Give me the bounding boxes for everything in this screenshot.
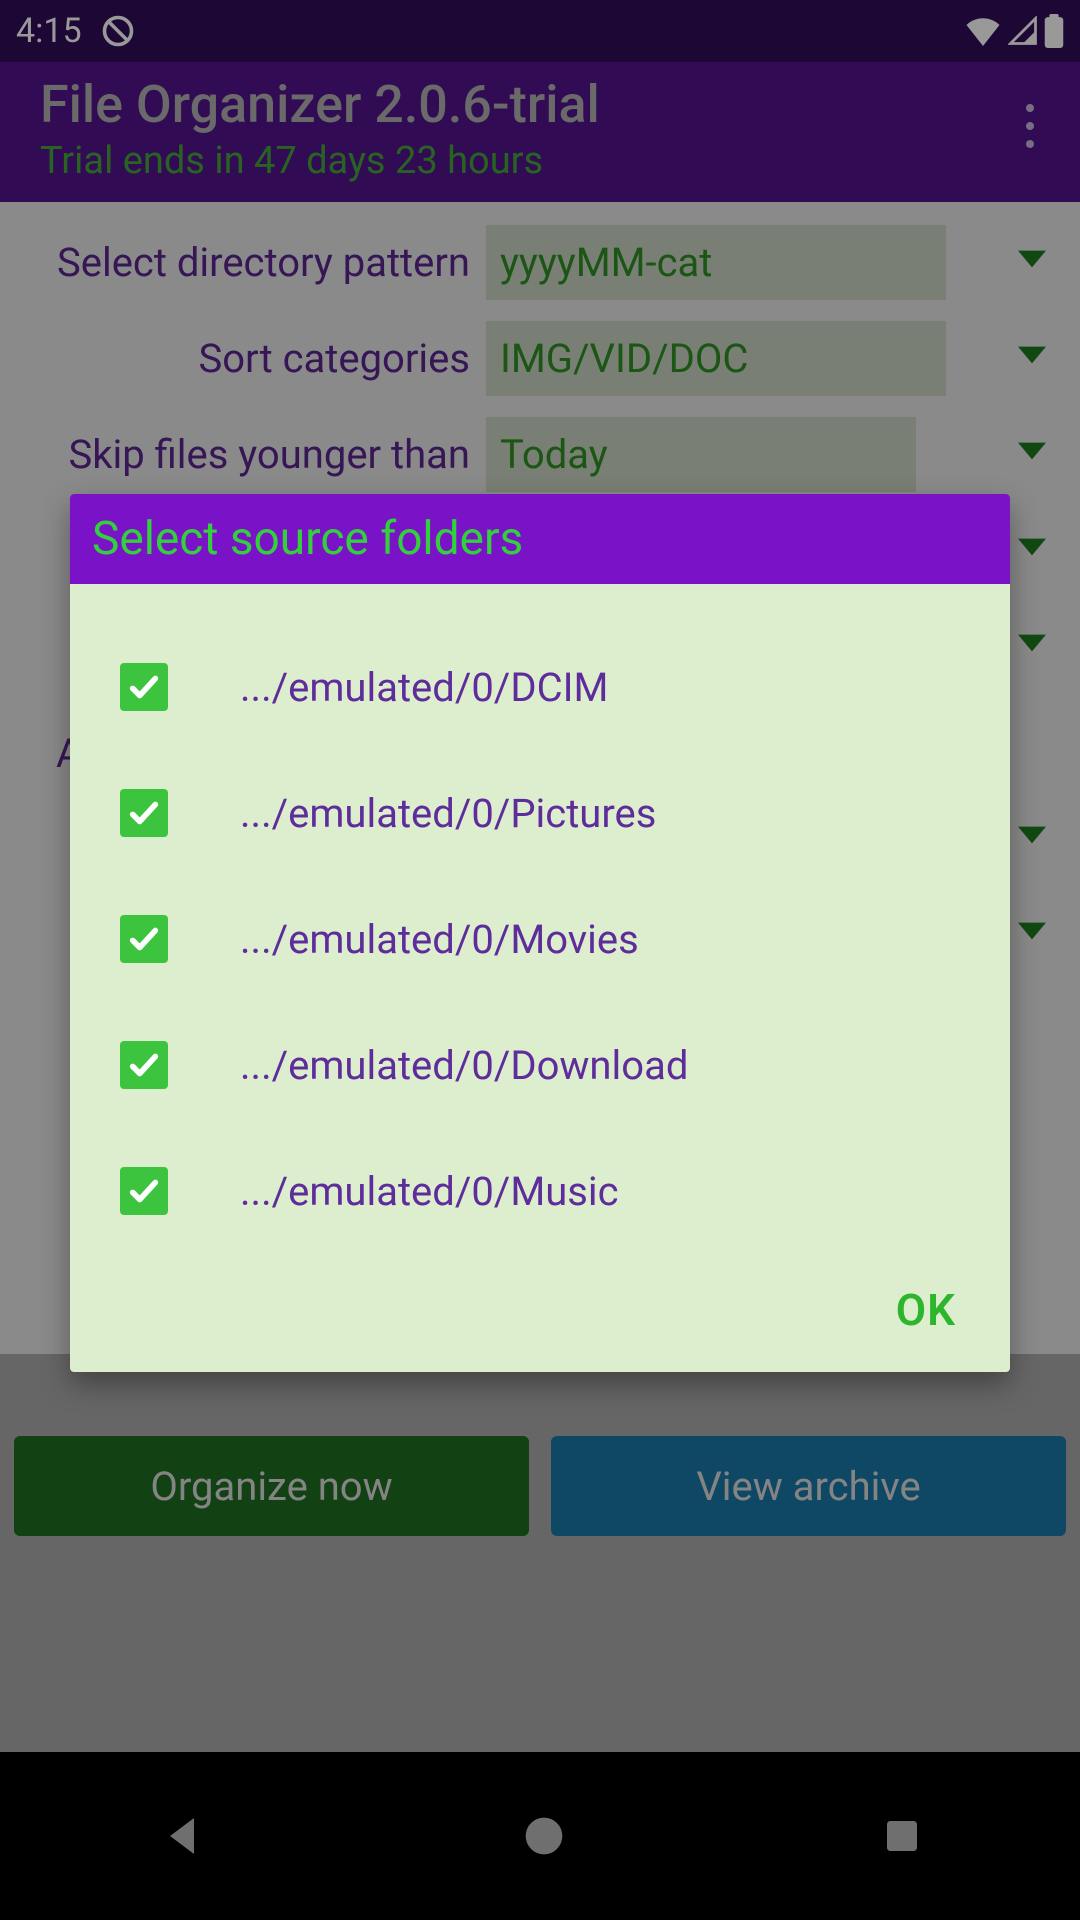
folder-label: .../emulated/0/Pictures <box>240 790 656 837</box>
folder-row[interactable]: .../emulated/0/Download <box>120 1002 980 1128</box>
folder-checkbox[interactable] <box>120 663 168 711</box>
folder-label: .../emulated/0/Movies <box>240 916 639 963</box>
folder-checkbox[interactable] <box>120 915 168 963</box>
folder-row[interactable]: .../emulated/0/Music <box>120 1128 980 1254</box>
dialog-body: .../emulated/0/DCIM .../emulated/0/Pictu… <box>70 584 1010 1254</box>
ok-button[interactable]: OK <box>896 1284 956 1336</box>
folder-checkbox[interactable] <box>120 1041 168 1089</box>
folder-checkbox[interactable] <box>120 789 168 837</box>
folder-checkbox[interactable] <box>120 1167 168 1215</box>
folder-label: .../emulated/0/DCIM <box>240 664 608 711</box>
dialog-title: Select source folders <box>70 494 1010 584</box>
folder-row[interactable]: .../emulated/0/Pictures <box>120 750 980 876</box>
folder-label: .../emulated/0/Download <box>240 1042 688 1089</box>
select-folders-dialog: Select source folders .../emulated/0/DCI… <box>70 494 1010 1372</box>
folder-row[interactable]: .../emulated/0/Movies <box>120 876 980 1002</box>
folder-label: .../emulated/0/Music <box>240 1168 619 1215</box>
folder-row[interactable]: .../emulated/0/DCIM <box>120 624 980 750</box>
